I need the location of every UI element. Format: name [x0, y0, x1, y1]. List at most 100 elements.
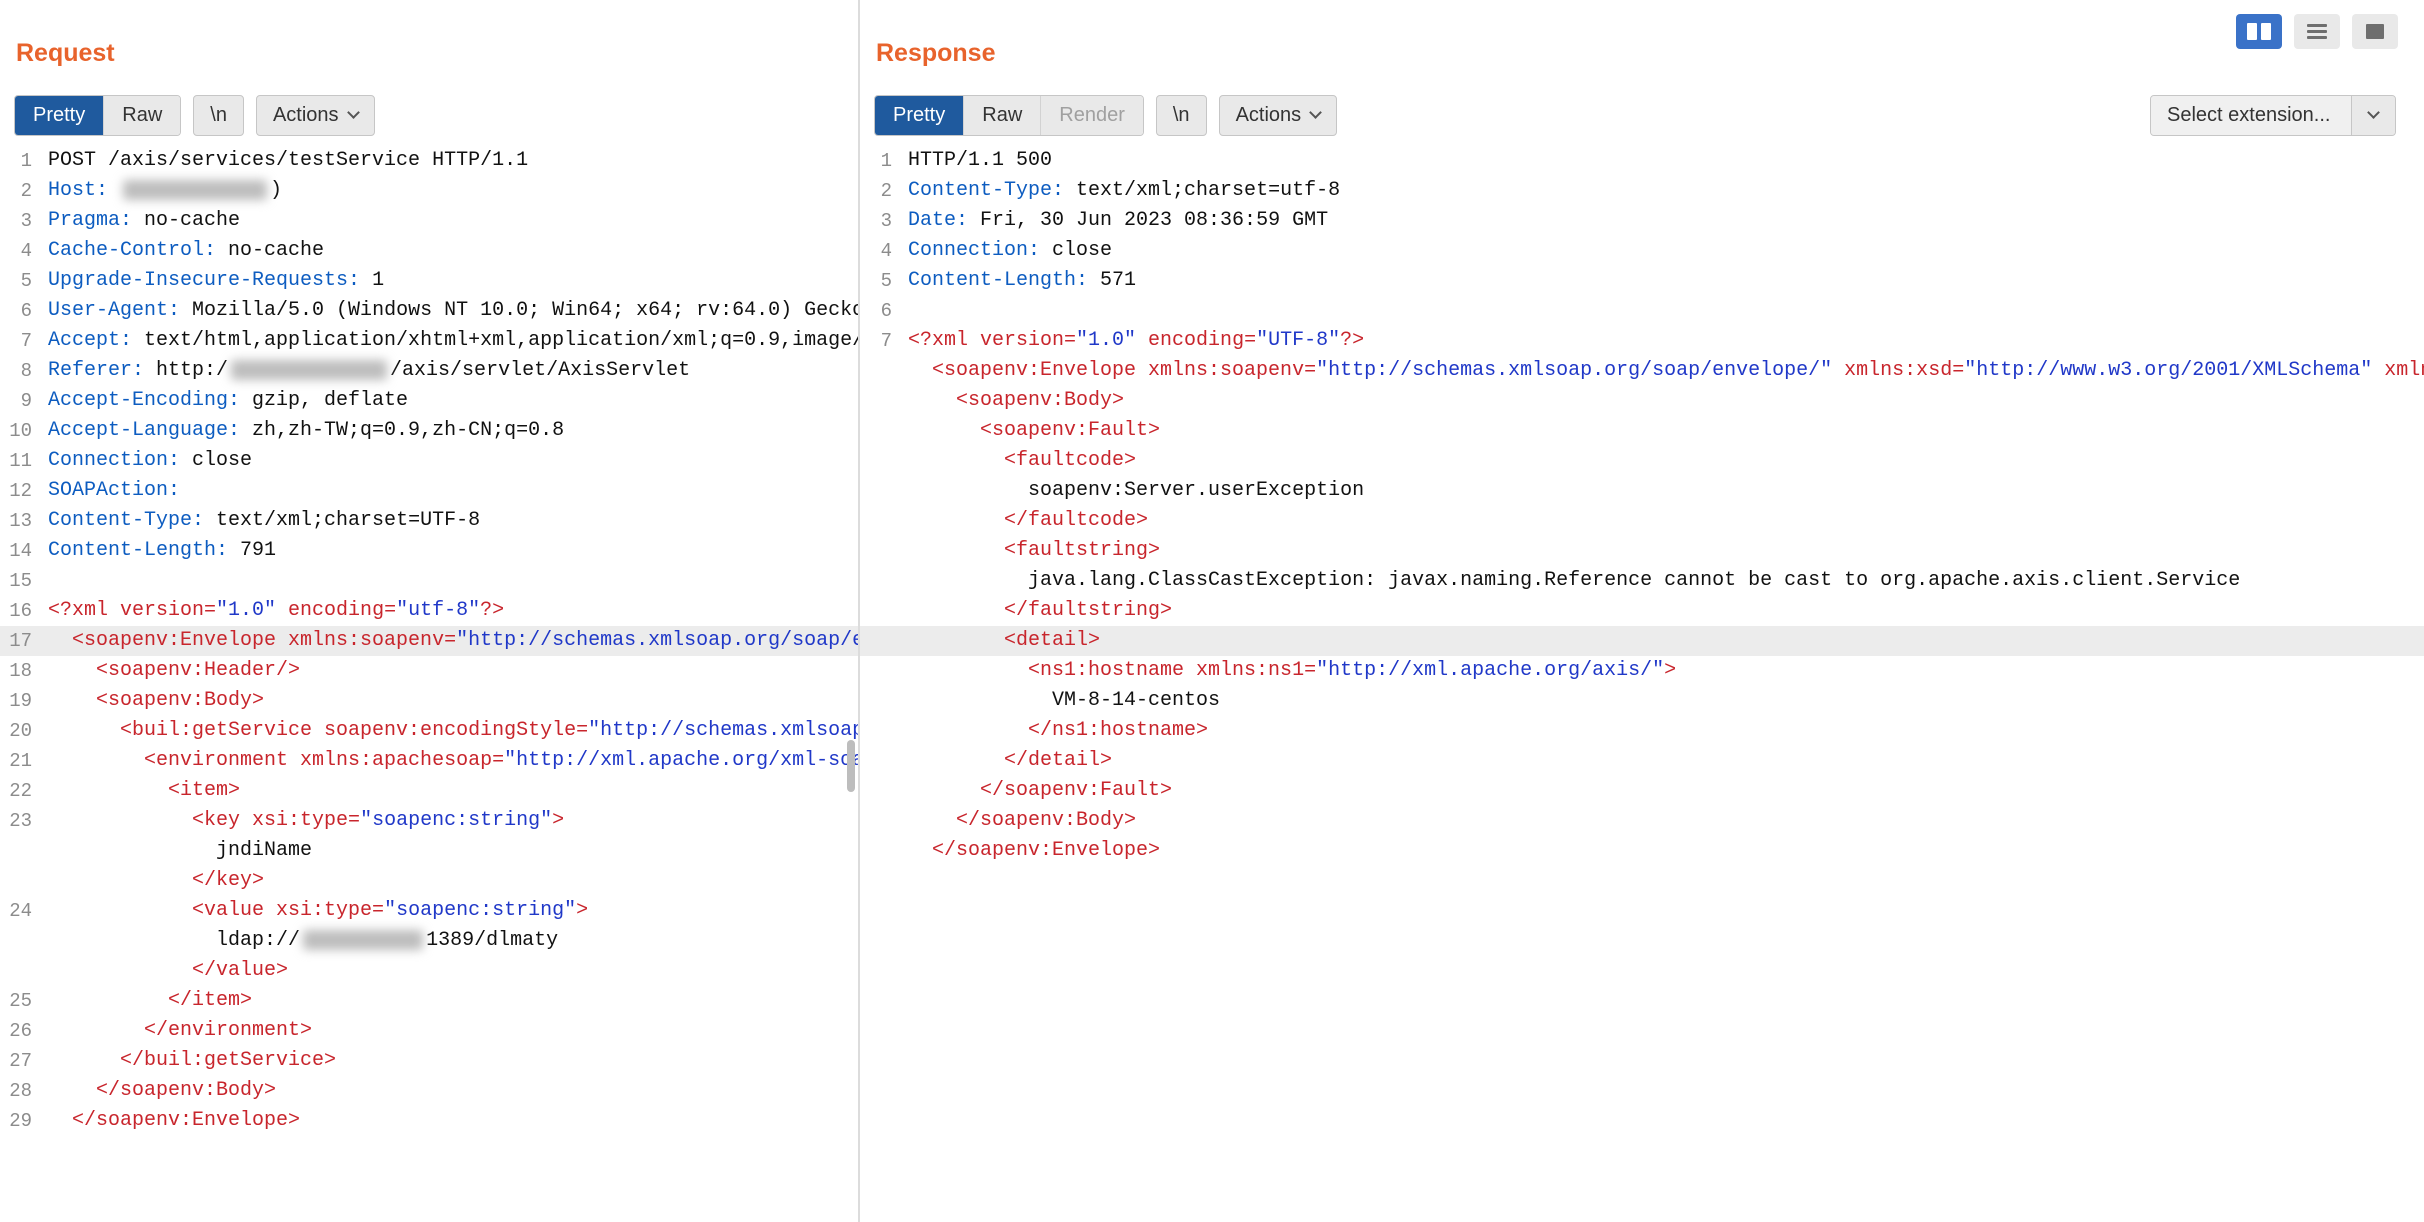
line-number: 25 [0, 986, 32, 1016]
response-tab-pretty[interactable]: Pretty [875, 96, 964, 135]
code-line: 11Connection: close [0, 446, 858, 476]
code-token: ?> [480, 599, 504, 622]
line-number: 14 [0, 536, 32, 566]
response-newline-toggle-button[interactable]: \n [1156, 95, 1207, 136]
code-token: </soapenv:Envelope> [908, 839, 1160, 862]
line-number: 8 [0, 356, 32, 386]
code-line: 9Accept-Encoding: gzip, deflate [0, 386, 858, 416]
code-token: xmlns:xsd= [1832, 359, 1964, 382]
rows-icon [2307, 24, 2327, 39]
request-panel: Request Pretty Raw \n Actions 1POST /axi… [0, 0, 860, 1222]
request-actions-label: Actions [273, 104, 339, 127]
code-line: 10Accept-Language: zh,zh-TW;q=0.9,zh-CN;… [0, 416, 858, 446]
request-actions-button[interactable]: Actions [256, 95, 375, 136]
layout-rows-button[interactable] [2294, 14, 2340, 49]
code-token: "soapenc:string" [384, 899, 576, 922]
request-scrollbar[interactable] [845, 140, 855, 1214]
code-token: > [576, 899, 588, 922]
code-token: <soapenv:Envelope xmlns:soapenv= [908, 359, 1316, 382]
code-token: ?> [1340, 329, 1364, 352]
code-line: 23 <key xsi:type="soapenc:string"> [0, 806, 858, 836]
request-tab-raw[interactable]: Raw [104, 96, 180, 135]
select-extension-button[interactable]: Select extension... [2151, 96, 2351, 135]
chevron-down-icon [2367, 106, 2380, 119]
response-view-tabs: Pretty Raw Render [874, 95, 1144, 136]
response-tab-raw[interactable]: Raw [964, 96, 1041, 135]
request-scrollbar-thumb[interactable] [847, 740, 855, 792]
line-number: 21 [0, 746, 32, 776]
response-actions-label: Actions [1236, 104, 1302, 127]
code-token: </ns1:hostname> [908, 719, 1208, 742]
code-token: Mozilla/5.0 (Windows NT 10.0; Win64; x64… [180, 299, 858, 322]
code-line: </soapenv:Body> [860, 806, 2424, 836]
code-token: jndiName [48, 839, 312, 862]
code-token: <faultcode> [908, 449, 1136, 472]
code-line: <soapenv:Envelope xmlns:soapenv="http://… [860, 356, 2424, 386]
code-line: 19 <soapenv:Body> [0, 686, 858, 716]
code-token: > [552, 809, 564, 832]
code-token: no-cache [216, 239, 324, 262]
code-token: </soapenv:Envelope> [48, 1109, 300, 1132]
request-editor[interactable]: 1POST /axis/services/testService HTTP/1.… [0, 146, 858, 1136]
code-token: </value> [48, 959, 288, 982]
code-line: 4Cache-Control: no-cache [0, 236, 858, 266]
code-line: </soapenv:Fault> [860, 776, 2424, 806]
code-token: SOAPAction: [48, 479, 180, 502]
code-token: Referer: [48, 359, 144, 382]
request-title: Request [16, 39, 115, 68]
line-number: 4 [860, 236, 892, 266]
line-number: 22 [0, 776, 32, 806]
code-token: text/xml;charset=utf-8 [1064, 179, 1340, 202]
code-token: </faultstring> [908, 599, 1172, 622]
code-token: POST /axis/services/testService HTTP/1.1 [48, 149, 528, 172]
request-tab-pretty[interactable]: Pretty [15, 96, 104, 135]
request-newline-toggle-button[interactable]: \n [193, 95, 244, 136]
code-token: </environment> [48, 1019, 312, 1042]
request-tabbar: Pretty Raw \n Actions [0, 94, 858, 136]
code-token: VM-8-14-centos [908, 689, 1220, 712]
code-line: 14Content-Length: 791 [0, 536, 858, 566]
code-token: </soapenv:Body> [48, 1079, 276, 1102]
chevron-down-icon [347, 106, 360, 119]
redacted-text [231, 360, 387, 380]
columns-icon [2261, 23, 2271, 40]
code-token: Date: [908, 209, 968, 232]
code-token: <soapenv:Header/> [48, 659, 300, 682]
code-line: <detail> [860, 626, 2424, 656]
code-token: Fri, 30 Jun 2023 08:36:59 GMT [968, 209, 1328, 232]
code-token: <?xml version= [48, 599, 216, 622]
code-token: </soapenv:Fault> [908, 779, 1172, 802]
line-number: 11 [0, 446, 32, 476]
message-editor: Request Pretty Raw \n Actions 1POST /axi… [0, 0, 2424, 1222]
line-number: 16 [0, 596, 32, 626]
line-number: 17 [0, 626, 32, 656]
code-token: </soapenv:Body> [908, 809, 1136, 832]
response-tab-render[interactable]: Render [1041, 96, 1143, 135]
code-token: </item> [48, 989, 252, 1012]
code-token: Accept-Language: [48, 419, 240, 442]
code-line: 1HTTP/1.1 500 [860, 146, 2424, 176]
line-number: 19 [0, 686, 32, 716]
code-token: Content-Type: [48, 509, 204, 532]
response-actions-button[interactable]: Actions [1219, 95, 1338, 136]
select-extension-dropdown-button[interactable] [2351, 96, 2395, 135]
code-line: 3Date: Fri, 30 Jun 2023 08:36:59 GMT [860, 206, 2424, 236]
line-number: 2 [0, 176, 32, 206]
line-number: 13 [0, 506, 32, 536]
code-line: </faultcode> [860, 506, 2424, 536]
code-token: close [1040, 239, 1112, 262]
code-token: <buil:getService soapenv:encodingStyle= [48, 719, 588, 742]
response-editor[interactable]: 1HTTP/1.1 5002Content-Type: text/xml;cha… [860, 146, 2424, 866]
code-token: text/xml;charset=UTF-8 [204, 509, 480, 532]
code-token: <faultstring> [908, 539, 1160, 562]
line-number: 10 [0, 416, 32, 446]
code-token: gzip, deflate [240, 389, 408, 412]
layout-columns-button[interactable] [2236, 14, 2282, 49]
code-line: jndiName [0, 836, 858, 866]
code-token: ldap:// [48, 929, 300, 952]
code-line: </soapenv:Envelope> [860, 836, 2424, 866]
line-number: 7 [860, 326, 892, 356]
line-number: 18 [0, 656, 32, 686]
layout-single-button[interactable] [2352, 14, 2398, 49]
line-number: 6 [0, 296, 32, 326]
